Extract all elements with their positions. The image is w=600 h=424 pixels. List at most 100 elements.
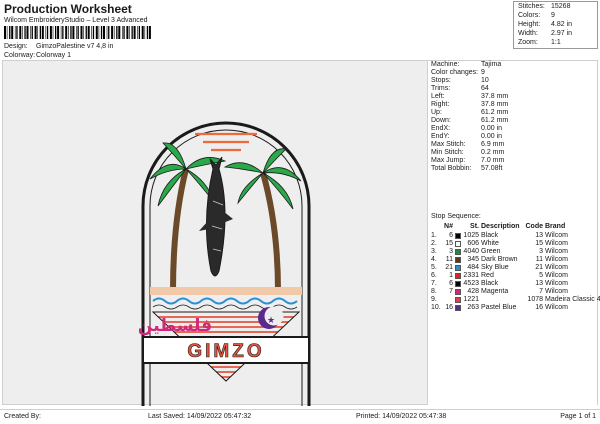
stop-sequence-desc: Dark Brown [481,256,518,263]
page-number: Page 1 of 1 [560,413,596,420]
stop-sequence-st: 263 [467,304,479,311]
info-panel: Machine: Tajima Color changes: 9 Stops: 10 Tri… [428,60,600,405]
machine-info-value: 64 [481,85,489,92]
software-name: Wilcom EmbroideryStudio – Level 3 Advanc… [4,17,148,24]
stop-sequence-brand: Madeira Classic 40 [545,296,600,303]
stop-sequence-st: 428 [467,288,479,295]
stop-sequence-desc: White [481,240,499,247]
stop-sequence-desc: Pastel Blue [481,304,517,311]
machine-info-row: Down: 61.2 mm [431,117,596,125]
machine-info-value: 57.08ft [481,165,503,172]
stop-sequence-header: N# St. Description Code Brand [444,223,566,230]
stop-sequence-st: 4523 [463,280,479,287]
stop-sequence-desc: Sky Blue [481,264,509,271]
last-saved: Last Saved: 14/09/2022 05:47:32 [148,413,252,420]
colorway-row: Colorway:Colorway 1 [4,52,71,59]
machine-info-row: Min Stitch: 0.2 mm [431,149,596,157]
stop-sequence-desc: Black [481,232,499,239]
stop-sequence-brand: Wilcom [545,288,568,295]
machine-info-value: 9 [481,69,485,76]
stop-sequence-n: 16 [445,304,453,311]
stop-sequence-row: 5. 21 484 Sky Blue 21 Wilcom [431,264,596,272]
stop-sequence-idx: 5. [431,264,437,271]
waves [152,297,298,305]
stop-sequence-n: 3 [449,248,453,255]
design-value: GimzoPalestine v7 4,8 in [36,43,114,50]
stat-colors: Colors: 9 [518,12,555,19]
machine-info-label: Trims: [431,85,451,92]
machine-info-value: 10 [481,77,489,84]
stop-sequence-idx: 2. [431,240,437,247]
page-title: Production Worksheet [4,2,132,16]
machine-info-list: Machine: Tajima Color changes: 9 Stops: 10 Tri… [431,61,596,173]
stop-sequence-idx: 9. [431,296,437,303]
svg-text:★: ★ [267,316,275,326]
machine-info-value: 7.0 mm [481,157,505,164]
stop-sequence-code: 16 [535,304,543,311]
machine-info-row: EndY: 0.00 in [431,133,596,141]
machine-info-value: 6.9 mm [481,141,505,148]
design-name-row: Design: GimzoPalestine v7 4,8 in [4,43,113,50]
stop-sequence-brand: Wilcom [545,256,568,263]
stop-sequence-desc: Green [481,248,501,255]
machine-info-label: Machine: [431,61,460,68]
machine-info-row: Max Stitch: 6.9 mm [431,141,596,149]
machine-info-label: Total Bobbin: [431,165,472,172]
machine-info-label: Left: [431,93,445,100]
machine-info-label: EndY: [431,133,450,140]
footer: Created By: Last Saved: 14/09/2022 05:47… [0,409,600,424]
machine-info-value: 61.2 mm [481,109,509,116]
stop-sequence-row: 3. 3 4040 Green 3 Wilcom [431,248,596,256]
stop-sequence-idx: 10. [431,304,441,311]
machine-info-value: Tajima [481,61,502,68]
stop-sequence-brand: Wilcom [545,232,568,239]
stop-sequence-n: 6 [449,280,453,287]
machine-info-row: Stops: 10 [431,77,596,85]
stop-sequence-n: 21 [445,264,453,271]
stop-sequence-brand: Wilcom [545,248,568,255]
crescent-star-icon: ★ [258,306,284,329]
gimzo-label: GIMZO [187,341,264,362]
sand-band [150,287,302,295]
machine-info-label: Right: [431,101,450,108]
created-by: Created By: [4,413,41,420]
machine-info-value: 0.00 in [481,133,503,140]
machine-info-label: Up: [431,109,442,116]
machine-info-row: Max Jump: 7.0 mm [431,157,596,165]
stop-sequence-st: 4040 [463,248,479,255]
stop-sequence-st: 606 [467,240,479,247]
machine-info-value: 0.2 mm [481,149,505,156]
machine-info-label: Max Jump: [431,157,466,164]
stop-sequence-idx: 1. [431,232,437,239]
stop-sequence-row: 9. 1221 1078 Madeira Classic 40 [431,296,600,304]
stop-sequence-idx: 8. [431,288,437,295]
machine-info-label: EndX: [431,125,451,132]
stat-stitches: Stitches: 15268 [518,3,571,10]
stop-sequence-code: 13 [535,280,543,287]
stop-sequence-brand: Wilcom [545,272,568,279]
stop-sequence-code: 21 [535,264,543,271]
printed-date: Printed: 14/09/2022 05:47:38 [356,413,447,420]
stop-sequence-code: 11 [535,256,543,263]
machine-info-row: Machine: Tajima [431,61,596,69]
stop-sequence-n: 7 [449,288,453,295]
embroidery-design: ★ فلسطين GIMZO [138,121,311,411]
stop-sequence-row: 8. 7 428 Magenta 7 Wilcom [431,288,596,296]
colorway-label: Colorway: [4,52,36,59]
stop-sequence-st: 484 [467,264,479,271]
machine-info-row: Color changes: 9 [431,69,596,77]
stop-sequence-n: 11 [445,256,453,263]
machine-info-row: EndX: 0.00 in [431,125,596,133]
machine-info-row: Trims: 64 [431,85,596,93]
design-preview: ★ فلسطين GIMZO [2,60,428,411]
stop-sequence-row: 2. 15 606 White 15 Wilcom [431,240,596,248]
stop-sequence-code: 3 [539,248,543,255]
stop-sequence-st: 1025 [463,232,479,239]
stat-width: Width: 2.97 in [518,30,573,37]
stop-sequence-idx: 7. [431,280,437,287]
stop-sequence-idx: 6. [431,272,437,279]
stop-sequence-brand: Wilcom [545,280,568,287]
stop-sequence-title: Stop Sequence: [431,213,481,220]
fish [199,156,233,277]
stop-sequence-n: 1 [449,272,453,279]
